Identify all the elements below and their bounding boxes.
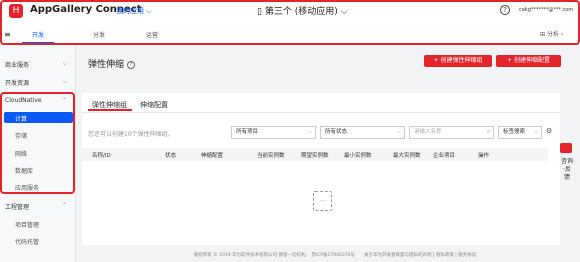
- account-name: cokg*******@***.com: [519, 7, 574, 13]
- col-actions: 操作: [478, 153, 490, 159]
- huawei-logo-icon[interactable]: H: [9, 4, 23, 18]
- active-tab-indicator: [22, 42, 54, 44]
- chevron-down-icon: ⌵: [146, 7, 152, 15]
- tab-distribute[interactable]: 分发: [93, 30, 105, 39]
- menu-icon[interactable]: ≡: [4, 30, 11, 39]
- help-icon[interactable]: ?: [126, 60, 135, 69]
- col-desired-instances: 期望实例数: [301, 153, 329, 159]
- search-input[interactable]: 请输入名称 ⌕: [409, 126, 494, 139]
- create-scaling-config-button[interactable]: + 创建伸缩配置: [496, 55, 561, 67]
- phone-icon: ▯: [257, 7, 262, 17]
- tab-operate[interactable]: 运营: [146, 30, 158, 39]
- project-selector[interactable]: ▯ 第三个 (移动应用) ⌵: [257, 4, 347, 17]
- sidebar: 商业服务 ⌵ 开发资源 ⌵ CloudNative ⌃ 工程管理 ⌃: [0, 45, 76, 262]
- tab-develop[interactable]: 开发: [32, 30, 44, 39]
- sidebar-group-cloudnative[interactable]: CloudNative: [5, 97, 42, 104]
- sidebar-item-storage[interactable]: 存储: [15, 131, 27, 140]
- settings-icon[interactable]: ⚙: [546, 127, 552, 135]
- empty-state-icon: ···: [313, 191, 332, 211]
- project-filter[interactable]: 所有项目 ⌵: [231, 126, 316, 139]
- chart-icon: ⊞: [540, 31, 546, 38]
- page-title-text: 弹性伸缩: [88, 60, 125, 70]
- col-scaling-config: 伸缩配置: [201, 153, 224, 159]
- sidebar-item-network[interactable]: 网络: [15, 149, 27, 158]
- col-status: 状态: [165, 153, 177, 159]
- chevron-down-icon: ⌵: [340, 7, 348, 17]
- project-name: 第三个 (移动应用): [264, 7, 338, 17]
- create-scaling-group-button[interactable]: + 创建弹性伸缩组: [424, 55, 492, 67]
- sub-nav: ≡ 开发 分发 运营 ⊞ 分析 ›: [0, 24, 580, 44]
- search-icon[interactable]: ⌕: [487, 127, 490, 138]
- project-filter-value: 所有项目: [236, 129, 259, 135]
- analyze-label: 分析: [546, 31, 559, 38]
- chevron-down-icon: ⌵: [307, 129, 312, 135]
- my-apps-label: 我的应用: [116, 7, 144, 15]
- account-menu[interactable]: cokg*******@***.com: [519, 7, 573, 13]
- chevron-down-icon: ⌵: [396, 129, 401, 135]
- tag-search-label: 标签搜索: [503, 129, 526, 135]
- chevron-down-icon: ⌵: [533, 129, 538, 135]
- chevron-down-icon: ⌵: [62, 78, 67, 85]
- active-tab-indicator: [88, 109, 132, 111]
- col-max-instances: 最大实例数: [393, 153, 421, 159]
- sidebar-item-database[interactable]: 数据库: [15, 166, 33, 175]
- status-filter[interactable]: 所有状态 ⌵: [320, 126, 405, 139]
- sidebar-item-compute[interactable]: 计算: [15, 114, 27, 123]
- col-current-instances: 当前实例数: [257, 153, 285, 159]
- col-min-instances: 最小实例数: [344, 153, 372, 159]
- col-name-id: 名称/ID: [92, 153, 111, 159]
- sidebar-item-code-hosting[interactable]: 代码托管: [15, 237, 39, 246]
- divider: [82, 112, 560, 113]
- feedback-button[interactable]: 咨询·反馈: [561, 158, 573, 182]
- chevron-up-icon: ⌃: [61, 202, 67, 209]
- help-icon[interactable]: ?: [500, 5, 510, 15]
- chevron-down-icon: ⌵: [62, 60, 67, 67]
- content-card: [82, 93, 560, 245]
- tag-search-button[interactable]: 标签搜索 ⌵: [498, 126, 542, 139]
- chat-icon[interactable]: [560, 143, 572, 153]
- footer: 版权所有 © 2019 华为软件技术有限公司 保留一切权利。 苏ICP备1704…: [193, 253, 477, 258]
- analyze-menu[interactable]: ⊞ 分析 ›: [540, 29, 563, 38]
- col-enterprise-project: 企业项目: [433, 153, 456, 159]
- chevron-up-icon: ⌃: [61, 97, 67, 104]
- sidebar-group-engineering[interactable]: 工程管理: [5, 202, 29, 211]
- quota-hint: 您还可以创建10个弹性伸缩组。: [88, 131, 174, 138]
- sidebar-item-project-mgmt[interactable]: 项目管理: [15, 220, 39, 229]
- status-filter-value: 所有状态: [325, 129, 348, 135]
- tab-scaling-config[interactable]: 伸缩配置: [140, 100, 168, 110]
- sidebar-group-dev-resources[interactable]: 开发资源: [5, 78, 29, 87]
- search-placeholder: 请输入名称: [414, 129, 442, 135]
- sidebar-item-app-service[interactable]: 应用服务: [15, 183, 39, 192]
- page-title: 弹性伸缩 ?: [88, 57, 135, 70]
- sidebar-group-business[interactable]: 商业服务: [5, 60, 29, 69]
- my-apps-dropdown[interactable]: 我的应用 ⌵: [116, 6, 152, 16]
